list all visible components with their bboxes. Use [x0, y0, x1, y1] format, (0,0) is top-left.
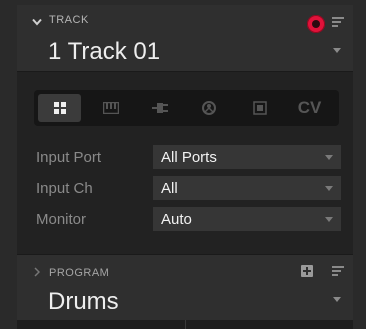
mode-tab-bar: CV: [34, 90, 339, 126]
input-ch-select[interactable]: All: [153, 176, 341, 200]
chevron-down-icon: [325, 217, 333, 222]
tab-plug[interactable]: [138, 94, 181, 122]
input-port-label: Input Port: [36, 149, 102, 166]
tab-cv[interactable]: CV: [288, 94, 331, 122]
track-section-label: TRACK: [49, 14, 89, 26]
keyboard-icon: [102, 102, 119, 114]
program-menu-icon[interactable]: [332, 266, 344, 276]
program-dropdown-arrow[interactable]: [333, 297, 341, 302]
tab-hardware[interactable]: [187, 94, 230, 122]
program-section-label: PROGRAM: [49, 267, 110, 279]
tab-keyboard[interactable]: [89, 94, 132, 122]
chevron-right-icon[interactable]: [34, 267, 40, 277]
bottom-edge: [17, 320, 353, 329]
track-menu-icon[interactable]: [332, 17, 344, 27]
chevron-down-icon: [325, 186, 333, 191]
divider: [185, 320, 186, 329]
program-name[interactable]: Drums: [48, 288, 119, 316]
grid-icon: [53, 102, 66, 114]
tab-cv-label: CV: [297, 98, 322, 117]
input-port-select[interactable]: All Ports: [153, 145, 341, 169]
monitor-select[interactable]: Auto: [153, 207, 341, 231]
monitor-label: Monitor: [36, 211, 87, 228]
input-ch-value: All: [161, 180, 178, 197]
hardware-icon: [201, 101, 216, 115]
box-icon: [252, 101, 267, 115]
monitor-value: Auto: [161, 211, 192, 228]
chevron-down-icon: [325, 155, 333, 160]
track-header: TRACK 1 Track 01: [17, 5, 353, 71]
tab-box[interactable]: [238, 94, 281, 122]
record-arm-button[interactable]: [307, 15, 325, 33]
tab-grid[interactable]: [38, 94, 81, 122]
program-header: PROGRAM Drums: [17, 254, 353, 321]
add-icon[interactable]: [301, 265, 313, 277]
input-ch-label: Input Ch: [36, 180, 93, 197]
input-port-value: All Ports: [161, 149, 217, 166]
track-input-panel: CV Input Port All Ports Input Ch All Mon…: [17, 71, 353, 255]
plug-icon: [151, 103, 168, 113]
chevron-down-icon[interactable]: [32, 18, 42, 26]
track-dropdown-arrow[interactable]: [333, 48, 341, 53]
track-name[interactable]: 1 Track 01: [48, 38, 160, 66]
